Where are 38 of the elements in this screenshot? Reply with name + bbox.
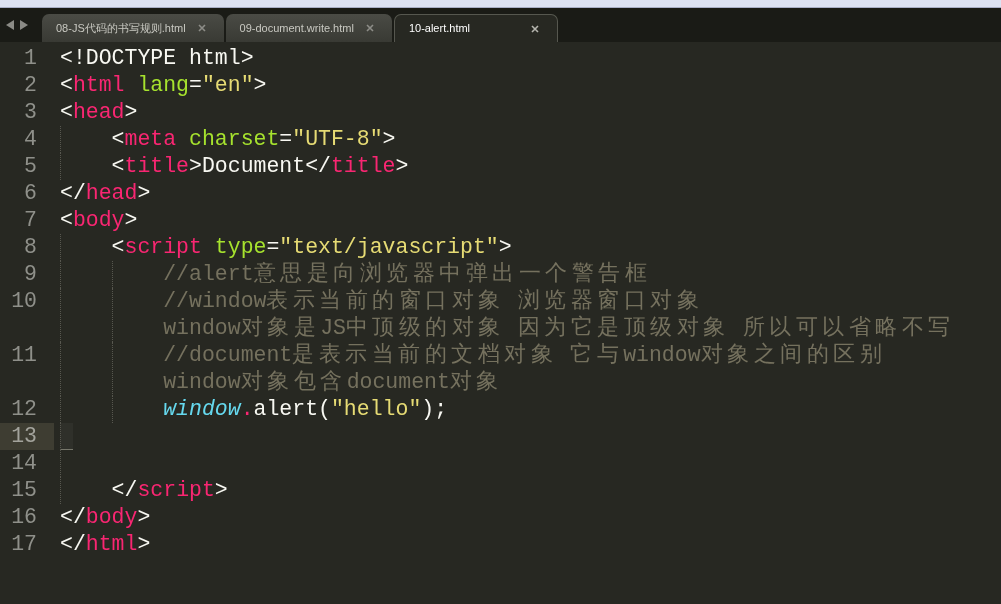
code-line: <!DOCTYPE html> (60, 45, 254, 72)
triangle-right-icon[interactable] (20, 20, 28, 30)
line-number: 15 (11, 477, 37, 504)
line-number: 13 (0, 423, 54, 450)
line-number: 1 (24, 45, 37, 72)
code-line: <html lang="en"> (60, 72, 267, 99)
line-number: 17 (11, 531, 37, 558)
code-line: <script type="text/javascript"> (111, 234, 512, 261)
line-number: 2 (24, 72, 37, 99)
line-number: 9 (24, 261, 37, 288)
line-number: 3 (24, 99, 37, 126)
code-line: </body> (60, 504, 151, 531)
code-line: <meta charset="UTF-8"> (111, 126, 396, 153)
line-number: 7 (24, 207, 37, 234)
code-line: </script> (111, 477, 228, 504)
line-number: 11 (11, 342, 37, 369)
line-number: 4 (24, 126, 37, 153)
close-icon[interactable] (530, 24, 539, 33)
tab[interactable]: 08-JS代码的书写规则.html (42, 14, 224, 42)
close-icon[interactable] (197, 24, 206, 32)
triangle-left-icon[interactable] (6, 20, 14, 30)
code-line: <body> (60, 207, 138, 234)
line-number: 16 (11, 504, 37, 531)
code-line: window.alert("hello"); (163, 396, 448, 423)
line-number: 5 (24, 153, 37, 180)
code-line: <head> (60, 99, 138, 126)
close-icon[interactable] (365, 24, 374, 32)
line-number: 8 (24, 234, 37, 261)
code-line: </html> (60, 531, 151, 558)
code-line: //alert意思是向浏览器中弹出一个警告框 (163, 261, 652, 288)
code-line: </head> (60, 180, 151, 207)
code-line: <title>Document</title> (111, 153, 409, 180)
line-number: 14 (11, 450, 37, 477)
line-number: 10 (11, 288, 37, 315)
line-number: 12 (11, 396, 37, 423)
line-number: 6 (24, 180, 37, 207)
tab[interactable]: 09-document.write.html (225, 14, 392, 42)
tab[interactable]: 10-alert.html (393, 14, 558, 42)
